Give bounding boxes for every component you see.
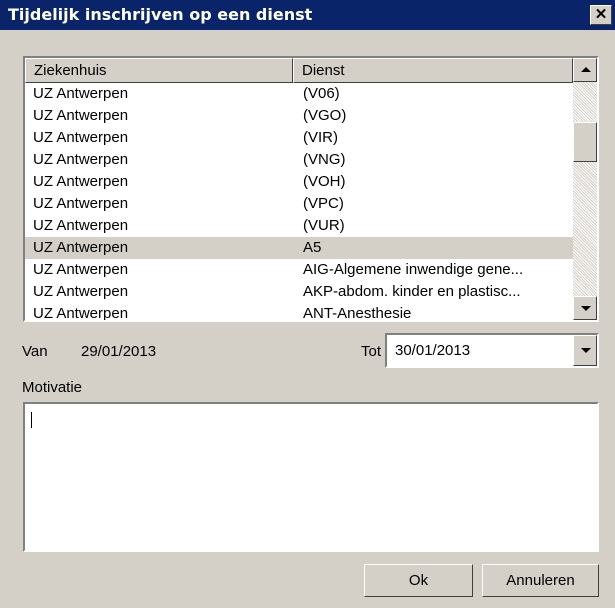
van-date: 29/01/2013 [81, 343, 157, 360]
tot-label: Tot [361, 343, 382, 360]
list-row[interactable]: UZ Antwerpen (VOH) [25, 171, 573, 193]
column-header-dienst[interactable]: Dienst [293, 58, 573, 83]
hospital-cell: UZ Antwerpen [33, 195, 129, 212]
dropdown-button[interactable] [573, 335, 597, 366]
motivatie-label: Motivatie [22, 379, 83, 396]
list-row[interactable]: UZ Antwerpen AKP-abdom. kinder en plastis… [25, 281, 573, 303]
list-row[interactable]: UZ Antwerpen (VNG) [25, 149, 573, 171]
window-title: Tijdelijk inschrijven op een dienst [8, 5, 313, 24]
service-cell: (VGO) [303, 107, 347, 124]
tot-date-dropdown[interactable]: 30/01/2013 [385, 333, 599, 368]
service-cell: A5 [303, 239, 322, 256]
scroll-down-button[interactable] [573, 296, 597, 320]
service-cell: (VIR) [303, 129, 338, 146]
hospital-cell: UZ Antwerpen [33, 173, 129, 190]
hospital-cell: UZ Antwerpen [33, 239, 129, 256]
service-cell: (VOH) [303, 173, 346, 190]
ok-button[interactable]: Ok [364, 564, 473, 597]
hospital-cell: UZ Antwerpen [33, 217, 129, 234]
list-row[interactable]: UZ Antwerpen ANT-Anesthesie [25, 303, 573, 322]
list-row[interactable]: UZ Antwerpen AIG-Algemene inwendige gene.… [25, 259, 573, 281]
cancel-button[interactable]: Annuleren [482, 564, 599, 597]
service-cell: AIG-Algemene inwendige gene... [303, 261, 524, 278]
hospital-cell: UZ Antwerpen [33, 151, 129, 168]
list-scrollbar[interactable] [573, 58, 597, 320]
tot-date-value: 30/01/2013 [395, 342, 471, 359]
service-cell: (VUR) [303, 217, 345, 234]
service-cell: (V06) [303, 85, 340, 102]
title-bar[interactable]: Tijdelijk inschrijven op een dienst ✕ [0, 0, 615, 30]
arrow-up-icon [581, 67, 591, 72]
hospital-cell: UZ Antwerpen [33, 283, 129, 300]
close-icon: ✕ [594, 6, 608, 23]
list-row[interactable]: UZ Antwerpen (VGO) [25, 105, 573, 127]
text-caret [31, 412, 32, 428]
arrow-down-icon [581, 306, 591, 311]
scroll-thumb[interactable] [573, 122, 597, 162]
hospital-cell: UZ Antwerpen [33, 85, 129, 102]
scroll-up-button[interactable] [573, 58, 597, 82]
list-row[interactable]: UZ Antwerpen A5 [25, 237, 573, 259]
service-cell: (VPC) [303, 195, 344, 212]
motivatie-textarea[interactable] [23, 402, 599, 552]
service-cell: (VNG) [303, 151, 346, 168]
list-row[interactable]: UZ Antwerpen (VPC) [25, 193, 573, 215]
hospital-cell: UZ Antwerpen [33, 305, 129, 322]
list-row[interactable]: UZ Antwerpen (VUR) [25, 215, 573, 237]
list-header: Ziekenhuis Dienst [25, 58, 573, 83]
van-label: Van [22, 343, 48, 360]
chevron-down-icon [581, 348, 591, 353]
hospital-cell: UZ Antwerpen [33, 261, 129, 278]
dialog-window: Tijdelijk inschrijven op een dienst ✕ Zi… [0, 0, 615, 608]
service-cell: ANT-Anesthesie [303, 305, 412, 322]
hospital-cell: UZ Antwerpen [33, 107, 129, 124]
list-row[interactable]: UZ Antwerpen (V06) [25, 83, 573, 105]
column-header-ziekenhuis[interactable]: Ziekenhuis [25, 58, 293, 83]
list-rows: UZ Antwerpen (V06) UZ Antwerpen (VGO) UZ Ant… [25, 83, 573, 322]
list-row[interactable]: UZ Antwerpen (VIR) [25, 127, 573, 149]
service-list[interactable]: Ziekenhuis Dienst UZ Antwerpen (V06) UZ An… [23, 56, 599, 322]
close-button[interactable]: ✕ [590, 5, 612, 25]
hospital-cell: UZ Antwerpen [33, 129, 129, 146]
service-cell: AKP-abdom. kinder en plastisc... [303, 283, 521, 300]
